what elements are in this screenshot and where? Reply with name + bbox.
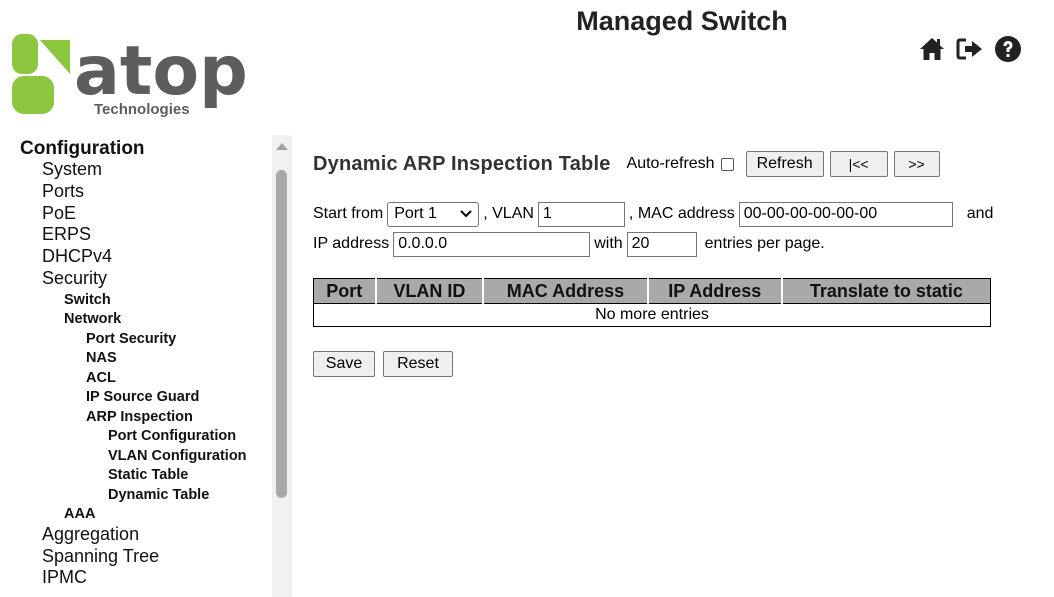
scroll-up-arrow-icon[interactable] (276, 143, 288, 150)
logo-text: atop (74, 32, 248, 111)
sidebar: Configuration System Ports PoE ERPS DHCP… (0, 135, 292, 597)
sidebar-item-nas[interactable]: NAS (20, 349, 270, 369)
sidebar-item-port-configuration[interactable]: Port Configuration (20, 427, 270, 447)
table-header-row: Port VLAN ID MAC Address IP Address Tran… (313, 278, 991, 304)
ip-address-input[interactable]: 0.0.0.0 (393, 231, 591, 257)
sidebar-menu: Configuration System Ports PoE ERPS DHCP… (20, 139, 270, 590)
empty-table-message: No more entries (313, 303, 991, 327)
sidebar-item-security[interactable]: Security (20, 269, 270, 291)
logo-mark (12, 34, 70, 114)
entries-per-page-input[interactable]: 20 (626, 231, 697, 257)
sidebar-item-network[interactable]: Network (20, 310, 270, 330)
sidebar-item-dhcpv4[interactable]: DHCPv4 (20, 247, 270, 269)
auto-refresh-label: Auto-refresh (626, 155, 715, 172)
port-select-value: Port 1 (394, 205, 437, 222)
entries-per-page-label: entries per page. (704, 235, 825, 252)
sidebar-item-configuration: Configuration (20, 138, 145, 159)
logout-icon[interactable] (956, 35, 984, 63)
sidebar-item-ports[interactable]: Ports (20, 181, 270, 204)
reset-button[interactable]: Reset (383, 351, 453, 377)
sidebar-item-poe[interactable]: PoE (20, 203, 270, 226)
scrollbar-thumb[interactable] (276, 170, 287, 498)
header-title: Managed Switch (576, 6, 788, 36)
sidebar-item-spanning-tree[interactable]: Spanning Tree (20, 546, 270, 569)
column-header-translate-to-static: Translate to static (781, 278, 991, 304)
home-icon[interactable] (918, 35, 946, 63)
start-from-label: Start from (313, 205, 384, 222)
title-row: Dynamic ARP Inspection Table Auto-refres… (313, 150, 940, 178)
mac-address-input[interactable]: 00-00-00-00-00-00 (738, 201, 953, 227)
header-icons (918, 34, 1022, 64)
sidebar-item-erps[interactable]: ERPS (20, 225, 270, 247)
and-label: and (966, 205, 994, 222)
first-page-button[interactable]: |<< (829, 151, 888, 177)
sidebar-item-dynamic-table[interactable]: Dynamic Table (20, 486, 270, 506)
sidebar-item-aggregation[interactable]: Aggregation (20, 524, 270, 547)
sidebar-item-ip-source-guard[interactable]: IP Source Guard (20, 388, 270, 408)
sidebar-scrollbar[interactable] (272, 135, 292, 597)
logo-subtext: Technologies (94, 101, 190, 118)
mac-address-label: , MAC address (628, 205, 735, 222)
sidebar-item-vlan-configuration[interactable]: VLAN Configuration (20, 447, 270, 467)
sidebar-item-switch[interactable]: Switch (20, 291, 270, 311)
arp-inspection-table: Port VLAN ID MAC Address IP Address Tran… (313, 278, 991, 327)
with-label: with (594, 235, 623, 252)
table-row: No more entries (313, 303, 991, 327)
sidebar-item-port-security[interactable]: Port Security (20, 330, 270, 350)
sidebar-item-acl[interactable]: ACL (20, 369, 270, 389)
column-header-mac-address: MAC Address (482, 278, 649, 304)
atop-logo: atop Technologies (12, 32, 248, 118)
next-page-button[interactable]: >> (893, 151, 940, 177)
sidebar-item-aaa[interactable]: AAA (20, 505, 270, 525)
save-button[interactable]: Save (313, 351, 375, 377)
column-header-port: Port (313, 278, 377, 304)
sidebar-item-system[interactable]: System (20, 160, 270, 182)
port-select[interactable]: Port 1 (387, 201, 480, 227)
vlan-input[interactable]: 1 (537, 201, 625, 227)
vlan-label: , VLAN (483, 205, 534, 222)
column-header-ip-address: IP Address (647, 278, 783, 304)
sidebar-item-arp-inspection[interactable]: ARP Inspection (20, 408, 270, 428)
auto-refresh-checkbox[interactable] (720, 157, 734, 171)
sidebar-item-static-table[interactable]: Static Table (20, 466, 270, 486)
help-icon[interactable] (994, 35, 1022, 63)
ip-address-label: IP address (313, 235, 390, 252)
sidebar-item-ipmc[interactable]: IPMC (20, 568, 270, 590)
column-header-vlan-id: VLAN ID (375, 278, 485, 304)
filter-row-2: IP address 0.0.0.0 with 20 entries per p… (313, 231, 825, 257)
filter-row-1: Start from Port 1 , VLAN 1 , MAC address… (313, 201, 993, 227)
page-title: Dynamic ARP Inspection Table (313, 152, 611, 175)
refresh-button[interactable]: Refresh (745, 151, 824, 177)
chevron-down-icon (460, 210, 472, 218)
